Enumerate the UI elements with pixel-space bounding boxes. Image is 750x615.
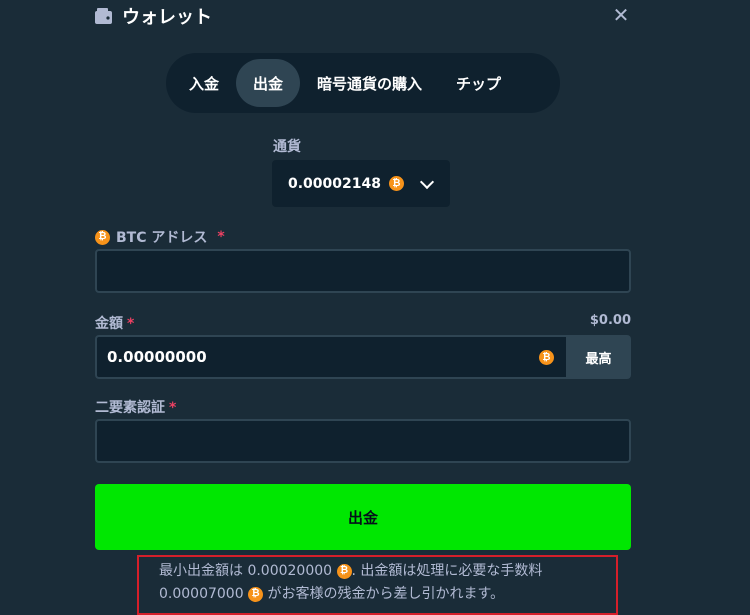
note-part1: 最小出金額は 0.00020000 (159, 563, 333, 579)
tab-buy-crypto[interactable]: 暗号通貨の購入 (300, 59, 439, 107)
currency-select[interactable]: 0.00002148 ₿ (272, 160, 450, 207)
btc-address-input[interactable] (97, 251, 629, 291)
usd-value: $0.00 (589, 313, 631, 328)
btc-icon: ₿ (95, 229, 110, 245)
currency-balance: 0.00002148 (288, 175, 381, 192)
withdraw-button[interactable]: 出金 (95, 484, 631, 550)
two-factor-label: 二要素認証 * (95, 397, 176, 417)
amount-group: ₿ 最高 (95, 335, 631, 379)
address-label: ₿ BTC アドレス * (95, 227, 225, 247)
amount-field[interactable]: ₿ (95, 335, 566, 379)
required-mark: * (217, 229, 225, 245)
address-label-text: BTC アドレス (116, 230, 208, 246)
wallet-title: ウォレット (122, 7, 212, 28)
btc-icon: ₿ (539, 350, 554, 365)
tab-tip[interactable]: チップ (439, 59, 518, 107)
btc-address-field[interactable] (95, 249, 631, 293)
note-part3: 0.00007000 (159, 586, 244, 602)
note-part2: . 出金額は処理に必要な手数料 (351, 563, 543, 579)
withdraw-note: 最小出金額は 0.00020000 ₿. 出金額は処理に必要な手数料 0.000… (137, 555, 618, 615)
max-button[interactable]: 最高 (566, 335, 631, 379)
btc-icon: ₿ (389, 176, 404, 191)
two-factor-field[interactable] (95, 419, 631, 463)
amount-input[interactable] (97, 337, 566, 377)
tab-withdraw[interactable]: 出金 (236, 59, 301, 107)
two-factor-label-text: 二要素認証 (95, 400, 165, 416)
currency-label: 通貨 (273, 139, 301, 155)
btc-icon: ₿ (336, 563, 352, 579)
close-icon[interactable]: ✕ (610, 3, 632, 27)
wallet-header: ウォレット (94, 2, 212, 30)
amount-label: 金額 * (95, 313, 134, 333)
required-mark: * (169, 400, 177, 416)
wallet-icon (95, 8, 112, 24)
chevron-down-icon (419, 174, 435, 189)
required-mark: * (127, 316, 135, 332)
btc-icon: ₿ (248, 586, 264, 602)
note-part4: がお客様の残金から差し引かれます。 (267, 586, 505, 602)
amount-label-text: 金額 (95, 316, 123, 332)
two-factor-input[interactable] (97, 421, 629, 461)
wallet-tabs: 入金 出金 暗号通貨の購入 チップ (166, 53, 560, 113)
tab-deposit[interactable]: 入金 (172, 59, 236, 107)
